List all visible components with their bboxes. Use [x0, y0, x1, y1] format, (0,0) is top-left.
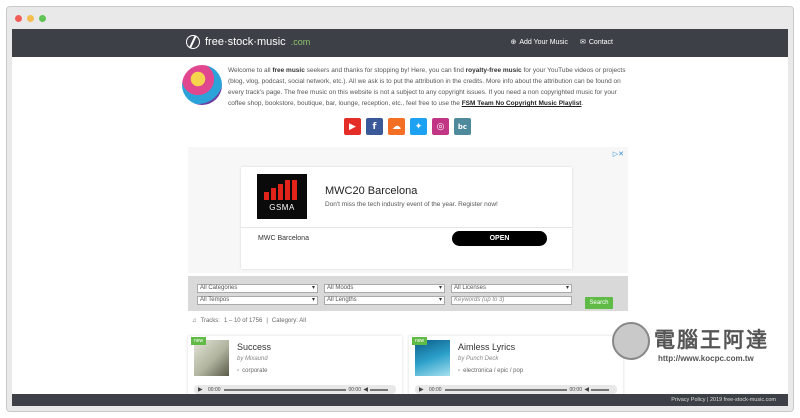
track-thumbnail[interactable]: new [412, 337, 450, 376]
keywords-input[interactable]: Keywords (up to 3) [451, 296, 572, 305]
new-badge: new [412, 337, 428, 345]
footer-text[interactable]: Privacy Policy | 2019 free-stock-music.c… [671, 397, 776, 403]
audio-player[interactable]: ▶ 00:00 00:00 ◀ [194, 385, 396, 394]
advertisement: ▷✕ GSMA MWC20 Barcelona Don't miss the t… [188, 147, 628, 273]
contact-label: Contact [588, 38, 613, 46]
logo-tld: .com [290, 37, 311, 47]
music-note-icon: ♫ [192, 318, 197, 324]
intro-text: Welcome to all free music seekers and th… [228, 67, 626, 107]
track-genre: ▫ corporate [237, 368, 268, 374]
instagram-icon[interactable]: ◎ [432, 118, 449, 135]
duration-time: 00:00 [348, 387, 361, 393]
ad-footer: MWC Barcelona OPEN [241, 227, 572, 251]
track-card[interactable]: new Success by Mixaund ▫ corporate ▶ 00:… [188, 336, 402, 396]
logo-text: free·stock·music [205, 36, 286, 48]
track-artist[interactable]: by Mixaund [237, 356, 268, 362]
volume-icon[interactable]: ◀ [363, 386, 368, 393]
add-your-music-label: Add Your Music [519, 38, 568, 46]
social-links: ▶ f ☁ ✦ ◎ bc [344, 118, 471, 135]
window-titlebar [7, 7, 793, 29]
track-thumbnail[interactable]: new [191, 337, 229, 376]
ad-title: MWC20 Barcelona [325, 185, 418, 197]
watermark-mascot-icon [612, 322, 650, 360]
mail-icon: ✉ [580, 39, 586, 46]
categories-select[interactable]: All Categories [197, 284, 318, 293]
tag-icon: ▫ [237, 368, 240, 374]
tracks-category: Category: All [271, 318, 306, 324]
ad-open-button[interactable]: OPEN [452, 231, 547, 246]
track-artist[interactable]: by Punch Deck [458, 356, 498, 362]
kocpc-watermark: 電腦王阿達 http://www.kocpc.com.tw [612, 318, 782, 378]
ad-subtitle: Don't miss the tech industry event of th… [325, 201, 498, 208]
tag-icon: ▫ [458, 368, 461, 374]
mascot-avatar [182, 65, 222, 105]
minimize-window-dot[interactable] [27, 14, 34, 22]
page-footer: Privacy Policy | 2019 free-stock-music.c… [12, 394, 788, 406]
track-title[interactable]: Success [237, 342, 271, 352]
track-title[interactable]: Aimless Lyrics [458, 342, 515, 352]
contact-link[interactable]: ✉ Contact [580, 38, 613, 47]
logo-icon [186, 35, 200, 49]
plus-circle-icon: ⊕ [510, 39, 517, 46]
add-your-music-link[interactable]: ⊕ Add Your Music [510, 38, 568, 47]
youtube-icon[interactable]: ▶ [344, 118, 361, 135]
volume-slider[interactable] [591, 389, 609, 391]
licenses-select[interactable]: All Licenses [451, 284, 572, 293]
tracks-label: Tracks: [200, 318, 220, 324]
new-badge: new [191, 337, 207, 345]
moods-select[interactable]: All Moods [324, 284, 445, 293]
duration-time: 00:00 [569, 387, 582, 393]
track-genre: ▫ electronica / epic / pop [458, 368, 524, 374]
track-card[interactable]: new Aimless Lyrics by Punch Deck ▫ elect… [409, 336, 623, 396]
lengths-select[interactable]: All Lengths [324, 296, 445, 305]
progress-bar[interactable] [224, 389, 346, 391]
tracks-separator: | [266, 318, 268, 324]
gsma-logo: GSMA [257, 174, 307, 219]
ad-choices-icon[interactable]: ▷✕ [613, 150, 624, 158]
play-icon[interactable]: ▶ [198, 386, 203, 393]
bandcamp-icon[interactable]: bc [454, 118, 471, 135]
twitter-icon[interactable]: ✦ [410, 118, 427, 135]
current-time: 00:00 [429, 387, 442, 393]
play-icon[interactable]: ▶ [419, 386, 424, 393]
audio-player[interactable]: ▶ 00:00 00:00 ◀ [415, 385, 617, 394]
tracks-info: ♫ Tracks: 1 – 10 of 1756 | Category: All [192, 318, 306, 324]
volume-slider[interactable] [370, 389, 388, 391]
volume-icon[interactable]: ◀ [584, 386, 589, 393]
tracks-range: 1 – 10 of 1756 [223, 318, 263, 324]
facebook-icon[interactable]: f [366, 118, 383, 135]
soundcloud-icon[interactable]: ☁ [388, 118, 405, 135]
current-time: 00:00 [208, 387, 221, 393]
search-button[interactable]: Search [585, 297, 613, 309]
progress-bar[interactable] [445, 389, 567, 391]
watermark-url: http://www.kocpc.com.tw [658, 354, 754, 363]
ad-footer-label: MWC Barcelona [258, 235, 309, 242]
close-window-dot[interactable] [15, 14, 22, 22]
filter-bar: All Categories All Moods All Licenses Al… [188, 276, 628, 311]
ad-card[interactable]: GSMA MWC20 Barcelona Don't miss the tech… [241, 167, 572, 269]
playlist-link[interactable]: FSM Team No Copyright Music Playlist [462, 100, 582, 107]
site-logo[interactable]: free·stock·music .com [186, 35, 310, 49]
maximize-window-dot[interactable] [39, 14, 46, 22]
tempos-select[interactable]: All Tempos [197, 296, 318, 305]
watermark-title: 電腦王阿達 [654, 328, 769, 352]
intro-section: Welcome to all free music seekers and th… [182, 65, 632, 109]
top-navigation: free·stock·music .com ⊕ Add Your Music ✉… [12, 29, 788, 57]
